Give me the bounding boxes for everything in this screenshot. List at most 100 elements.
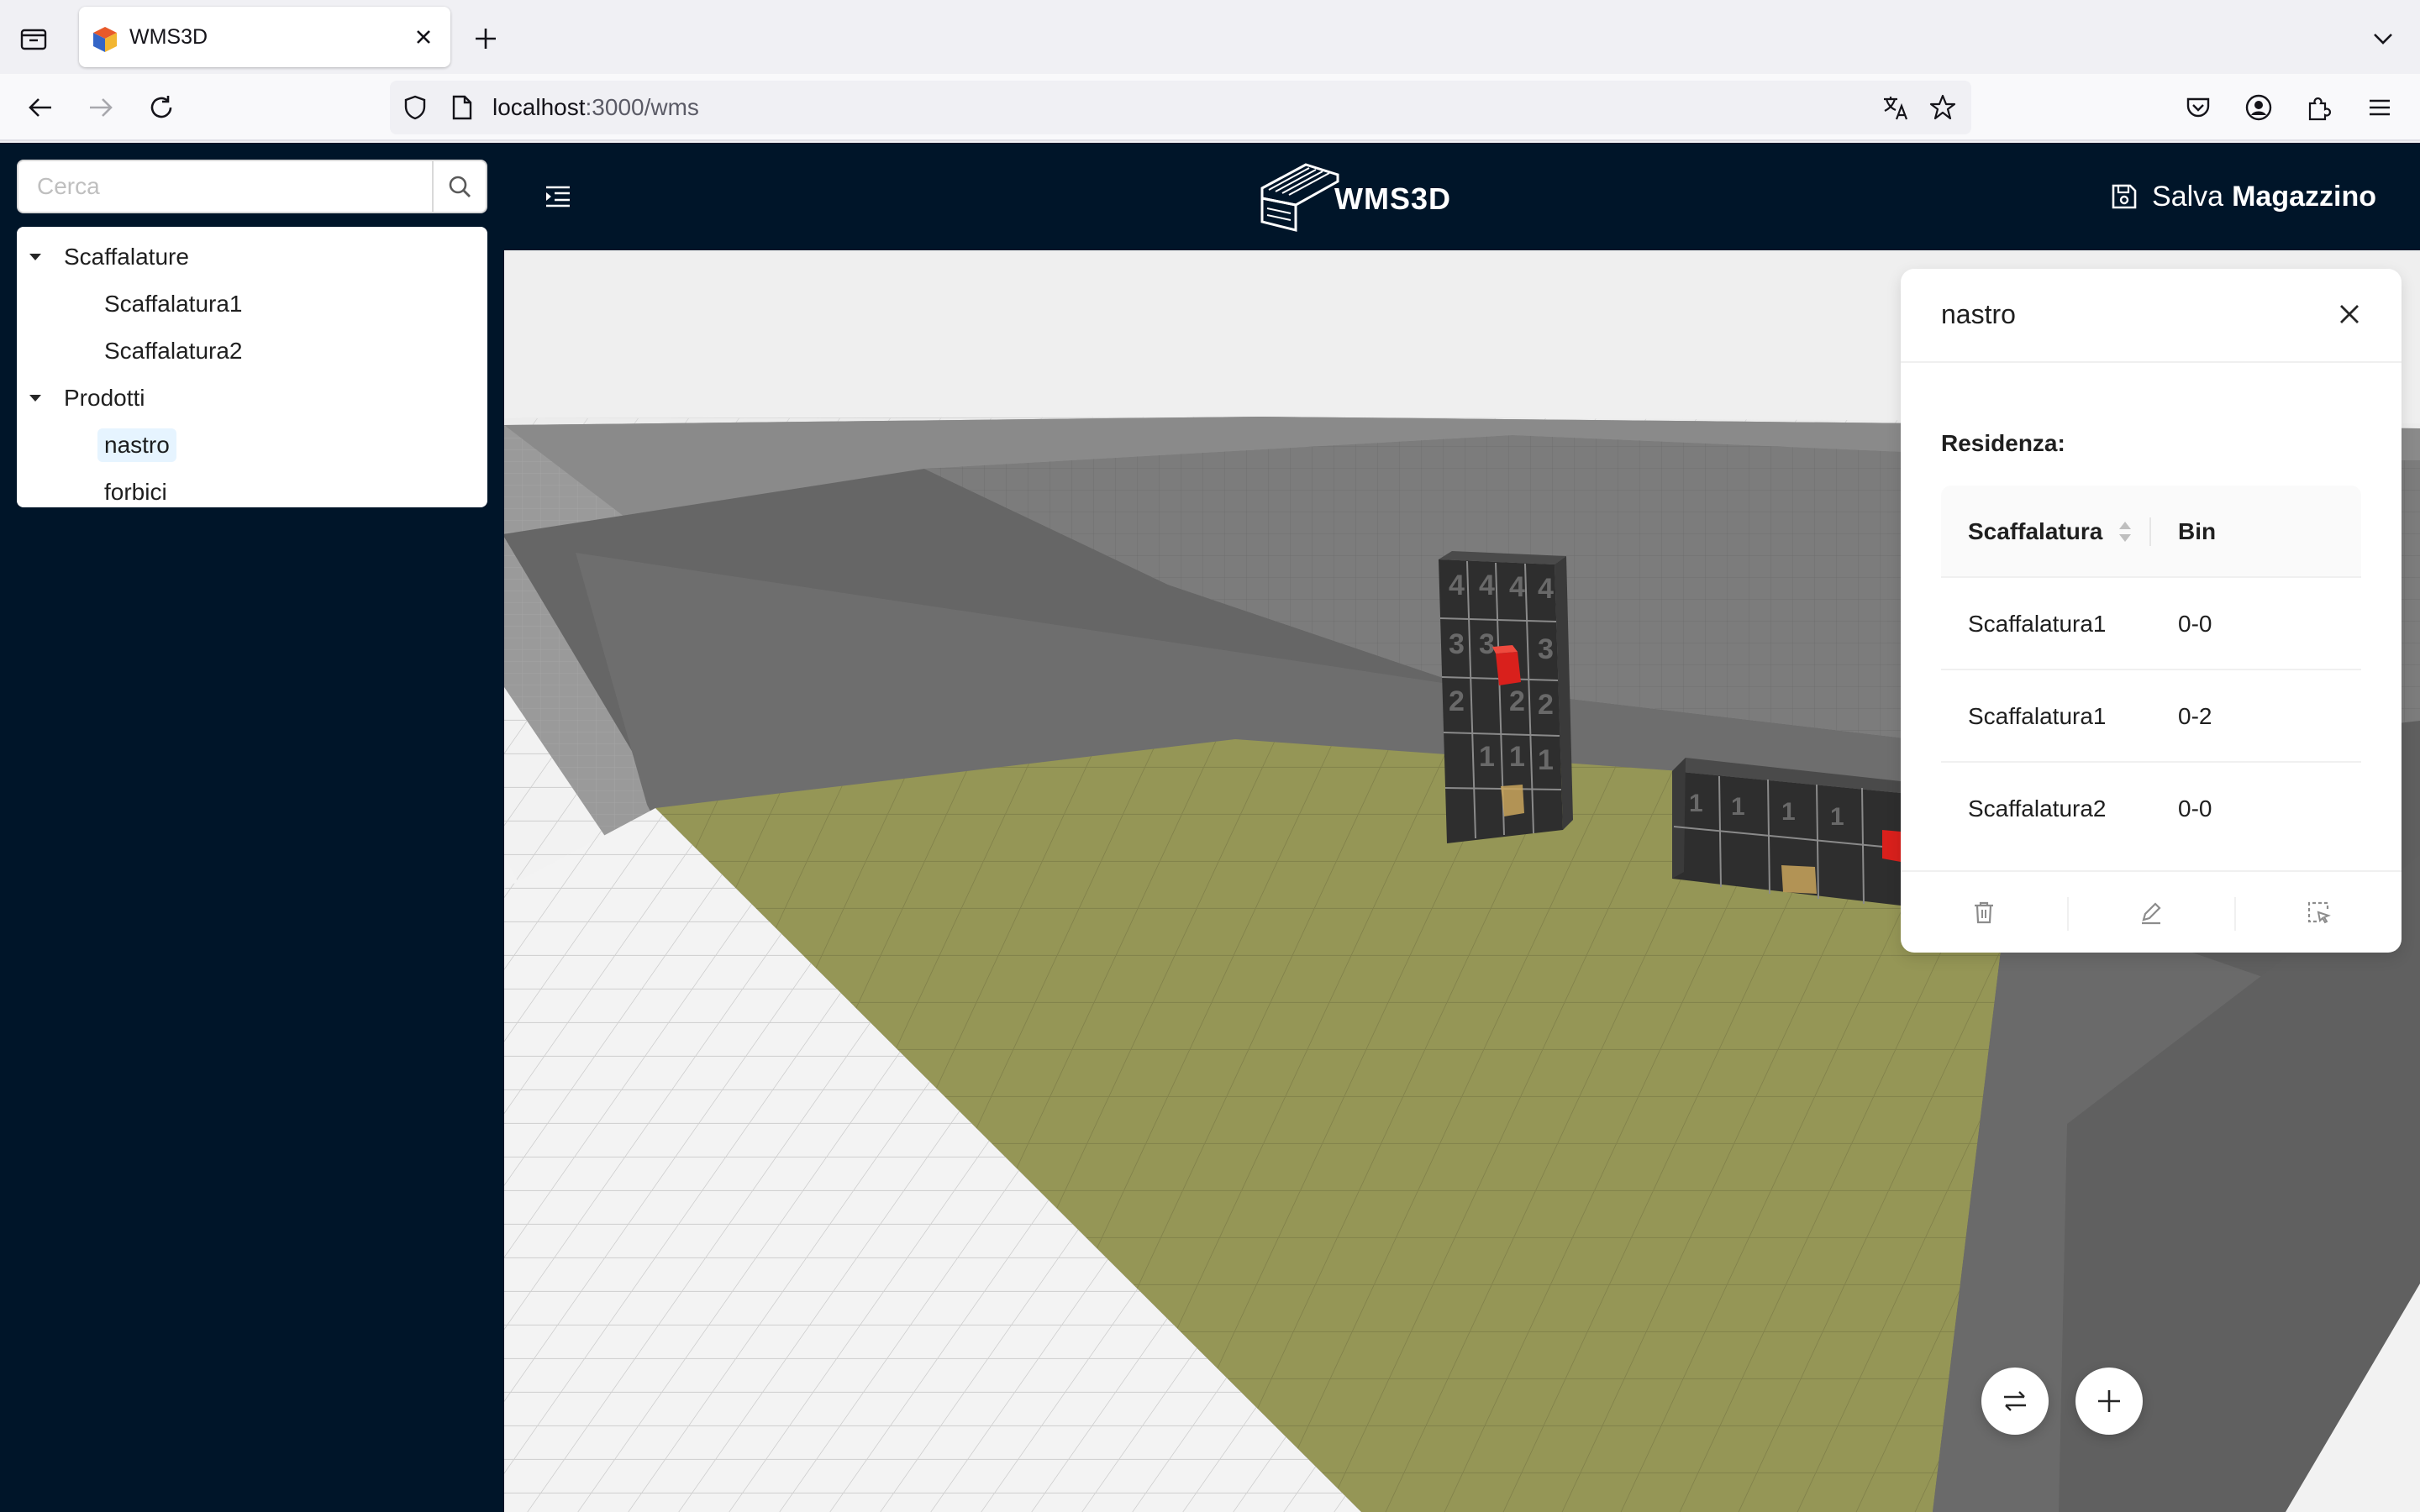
search-box	[17, 160, 487, 213]
chevron-down-icon[interactable]	[2365, 20, 2402, 57]
star-icon[interactable]	[1926, 91, 1960, 124]
puzzle-icon[interactable]	[2301, 89, 2338, 126]
sort-icon[interactable]	[2118, 519, 2133, 544]
tree-leaf-scaffalatura2[interactable]: Scaffalatura2	[17, 328, 487, 375]
column-header-bin: Bin	[2178, 518, 2217, 544]
tree-node-label: Prodotti	[64, 385, 145, 411]
cell-bin: 0-0	[2178, 611, 2212, 637]
url-path: :3000/wms	[585, 94, 699, 120]
reload-icon[interactable]	[143, 89, 180, 126]
svg-text:1: 1	[1689, 790, 1703, 817]
svg-text:3: 3	[1449, 628, 1465, 660]
svg-text:1: 1	[1509, 741, 1525, 773]
table-row[interactable]: Scaffalatura1 0-2	[1941, 670, 2361, 763]
hamburger-icon[interactable]	[2361, 89, 2398, 126]
divider	[1901, 361, 2402, 363]
cell-scaffalatura: Scaffalatura1	[1968, 703, 2107, 729]
product-detail-panel: nastro Residenza: Scaffalatura Bin Scaff…	[1901, 269, 2402, 953]
svg-text:4: 4	[1449, 570, 1465, 601]
svg-text:1: 1	[1538, 744, 1554, 776]
url-text[interactable]: localhost:3000/wms	[492, 81, 699, 134]
save-label: Salva	[2152, 180, 2224, 213]
svg-text:2: 2	[1509, 685, 1525, 717]
panel-actions	[1901, 870, 2402, 953]
svg-text:4: 4	[1479, 570, 1495, 601]
delete-button[interactable]	[1901, 872, 2067, 953]
swap-view-button[interactable]	[1981, 1368, 2049, 1435]
tree-node-scaffalature[interactable]: Scaffalature	[17, 234, 487, 281]
table-row[interactable]: Scaffalatura2 0-0	[1941, 763, 2361, 855]
swap-icon	[2004, 1391, 2026, 1411]
caret-down-icon[interactable]	[29, 234, 42, 281]
residence-label: Residenza:	[1941, 430, 2065, 456]
svg-text:2: 2	[1449, 685, 1465, 717]
svg-text:1: 1	[1479, 741, 1495, 773]
add-button[interactable]	[2075, 1368, 2143, 1435]
svg-text:3: 3	[1538, 633, 1554, 665]
tree-leaf-forbici[interactable]: forbici	[17, 469, 487, 516]
plus-icon	[2098, 1390, 2120, 1412]
cell-bin: 0-0	[2178, 795, 2212, 822]
url-host: localhost	[492, 94, 586, 120]
table-header: Scaffalatura Bin	[1941, 486, 2361, 578]
sidebar: Scaffalature Scaffalatura1 Scaffalatura2…	[0, 143, 504, 1512]
svg-text:1: 1	[1781, 798, 1796, 826]
select-button[interactable]	[2235, 872, 2402, 953]
tree-leaf-nastro[interactable]: nastro	[17, 422, 487, 469]
tree-node-label: Scaffalature	[64, 244, 189, 270]
tree-leaf-label: forbici	[104, 479, 167, 505]
table-row[interactable]: Scaffalatura1 0-0	[1941, 578, 2361, 670]
svg-text:4: 4	[1538, 573, 1554, 605]
svg-text:4: 4	[1509, 571, 1525, 603]
caret-down-icon[interactable]	[29, 375, 42, 422]
save-icon	[2112, 184, 2137, 209]
url-bar[interactable]: localhost:3000/wms	[390, 81, 1971, 134]
save-label-bold: Magazzino	[2232, 180, 2376, 213]
arrow-right-icon[interactable]	[82, 89, 119, 126]
page-icon[interactable]	[445, 91, 479, 124]
tree-leaf-label: Scaffalatura1	[104, 291, 243, 317]
pocket-icon[interactable]	[2180, 89, 2217, 126]
cell-scaffalatura: Scaffalatura1	[1968, 611, 2107, 637]
svg-text:3: 3	[1479, 628, 1495, 660]
close-icon[interactable]	[2333, 297, 2366, 331]
browser-tab[interactable]: WMS3D	[79, 7, 450, 67]
cube-favicon-icon	[93, 27, 117, 52]
menu-fold-icon[interactable]	[541, 180, 575, 213]
svg-text:1: 1	[1830, 803, 1844, 831]
search-icon[interactable]	[432, 161, 486, 212]
select-icon	[2307, 901, 2331, 924]
app-header: WMS3D Salva Magazzino	[504, 143, 2420, 250]
account-icon[interactable]	[2240, 89, 2277, 126]
edit-button[interactable]	[2068, 872, 2234, 953]
close-icon[interactable]	[407, 20, 440, 54]
cell-bin: 0-2	[2178, 703, 2212, 729]
save-warehouse-button[interactable]: Salva Magazzino	[2110, 176, 2376, 217]
shield-icon[interactable]	[398, 91, 432, 124]
plus-icon[interactable]	[467, 20, 504, 57]
cell-scaffalatura: Scaffalatura2	[1968, 795, 2107, 822]
column-header-scaffalatura[interactable]: Scaffalatura	[1968, 486, 2102, 578]
tab-overview-icon[interactable]	[15, 20, 52, 57]
tab-title: WMS3D	[129, 25, 208, 49]
edit-icon	[2142, 902, 2161, 925]
svg-text:2: 2	[1538, 689, 1554, 721]
tree-leaf-label: Scaffalatura2	[104, 338, 243, 364]
residence-table: Scaffalatura Bin Scaffalatura1 0-0 Scaff…	[1941, 486, 2361, 855]
browser-toolbar: localhost:3000/wms	[0, 74, 2420, 141]
tree-node-prodotti[interactable]: Prodotti	[17, 375, 487, 422]
tree-leaf-label: nastro	[97, 428, 176, 462]
search-input[interactable]	[18, 161, 434, 212]
delete-icon	[1975, 901, 1993, 924]
column-separator	[2149, 517, 2151, 546]
browser-tab-bar: WMS3D	[0, 0, 2420, 74]
warehouse-logo-icon	[1260, 163, 1339, 232]
translate-icon[interactable]	[1879, 91, 1912, 124]
tree-view: Scaffalature Scaffalatura1 Scaffalatura2…	[17, 227, 487, 507]
svg-text:1: 1	[1731, 793, 1745, 821]
app-logo[interactable]: WMS3D	[1257, 153, 1459, 240]
panel-title: nastro	[1941, 299, 2016, 329]
arrow-left-icon[interactable]	[22, 89, 59, 126]
logo-text: WMS3D	[1334, 181, 1451, 216]
tree-leaf-scaffalatura1[interactable]: Scaffalatura1	[17, 281, 487, 328]
